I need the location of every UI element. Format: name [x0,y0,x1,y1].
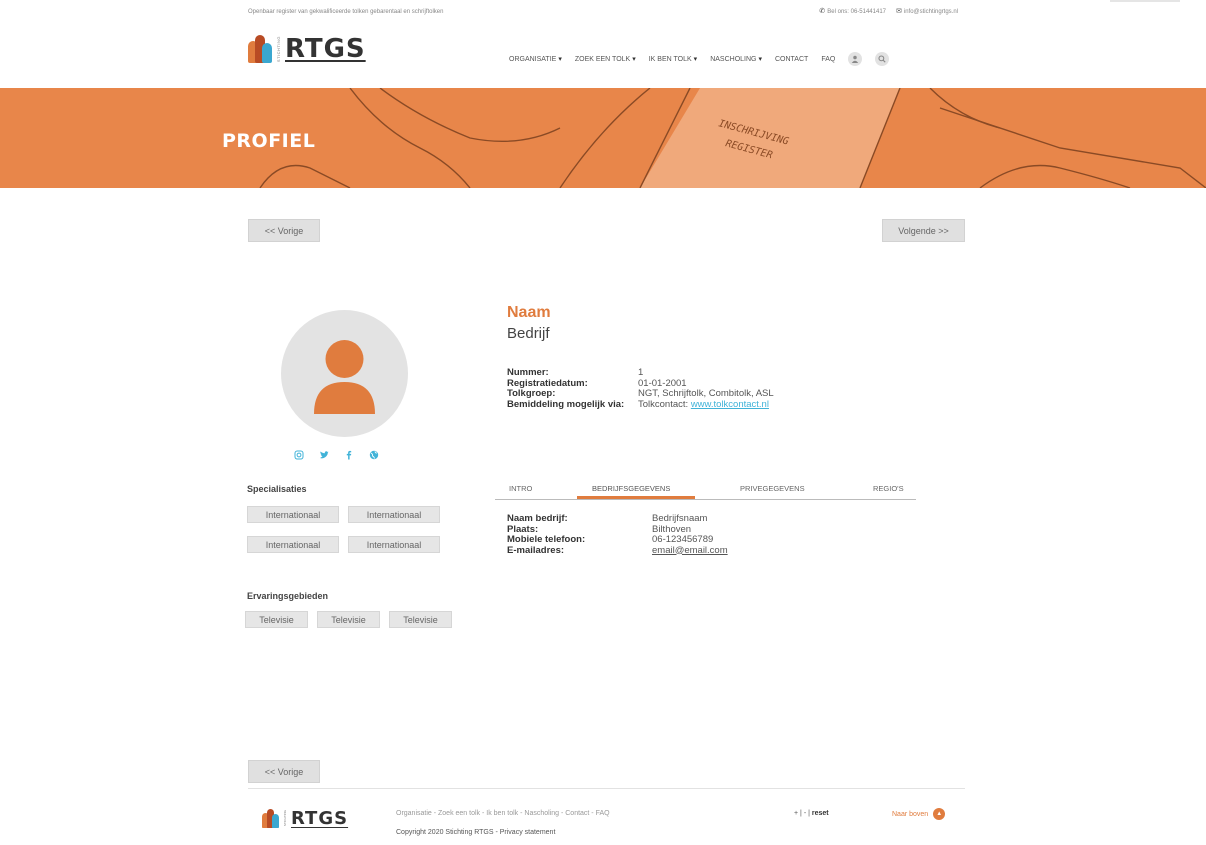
specialisatie-tag: Internationaal [247,536,339,553]
info-label: Nummer: [507,367,549,378]
detail-label: E-mailadres: [507,544,565,556]
logo-subtitle: STICHTING [283,810,287,827]
detail-row: E-mailadres: email@email.com [507,544,728,557]
back-to-top[interactable]: Naar boven ▲ [892,808,946,820]
previous-button[interactable]: << Vorige [248,219,320,242]
mail-icon: ✉ [896,8,902,15]
nav-item-faq[interactable]: FAQ [821,56,835,63]
arrow-up-icon: ▲ [933,808,946,820]
facebook-icon[interactable] [344,450,354,463]
main-nav: ORGANISATIE ▾ ZOEK EEN TOLK ▾ IK BEN TOLK ▾… [509,52,890,66]
logo-wordmark: RTGS [285,34,366,64]
phone-icon: ✆ [819,8,826,15]
topbar: Openbaar register van gekwalificeerde to… [0,0,1206,22]
tolkcontact-link[interactable]: www.tolkcontact.nl [691,399,769,410]
avatar [281,310,408,437]
text-size-controls: + | - | reset [794,810,829,817]
footer-links[interactable]: Organisatie - Zoek een tolk - Ik ben tol… [396,810,610,817]
info-value: 1 [638,367,644,378]
email-link[interactable]: ✉ info@stichtingrtgs.nl [896,7,958,15]
page-banner: INSCHRIJVING REGISTER PROFIEL [0,88,1206,188]
search-icon[interactable] [875,52,890,66]
chevron-down-icon: ▾ [632,56,636,63]
topbar-contact: ✆ Bel ons: 06-51441417 ✉ info@stichtingrtg… [819,7,958,15]
next-button[interactable]: Volgende >> [882,219,965,242]
logo-figures-icon [248,35,272,63]
instagram-icon[interactable] [294,450,304,463]
tab-intro[interactable]: INTRO [509,484,532,493]
ervaringsgebied-tag: Televisie [317,611,380,628]
footer-logo[interactable]: STICHTING RTGS [262,808,348,829]
detail-value: Bedrijfsnaam [652,513,708,524]
copyright: Copyright 2020 Stichting RTGS - Privacy … [396,829,556,836]
specialisatie-tag: Internationaal [348,506,440,523]
tab-privegegevens[interactable]: PRIVEGEGEVENS [740,484,805,493]
footer-logo-wordmark: RTGS [291,808,349,829]
page-title: PROFIEL [222,130,316,152]
info-value: Tolkcontact: www.tolkcontact.nl [638,398,769,411]
nav-item-nascholing[interactable]: NASCHOLING ▾ [710,55,762,63]
nav-item-zoek-een-tolk[interactable]: ZOEK EEN TOLK ▾ [575,55,636,63]
person-icon [314,340,375,414]
email-link[interactable]: email@email.com [652,545,728,557]
site-logo[interactable]: STICHTING RTGS [248,34,366,64]
logo-figures-icon [262,809,279,828]
detail-label: Naam bedrijf: [507,513,568,524]
bedrijfsgegevens-panel: Naam bedrijf: Bedrijfsnaam Plaats: Bilthov… [507,513,728,557]
nav-item-contact[interactable]: CONTACT [775,56,808,63]
email-text: info@stichtingrtgs.nl [903,9,958,15]
ervaringsgebied-tag: Televisie [389,611,452,628]
nav-label: ORGANISATIE [509,56,557,63]
text-size-reset[interactable]: reset [812,810,829,817]
info-label: Bemiddeling mogelijk via: [507,398,625,410]
info-row: Bemiddeling mogelijk via: Tolkcontact: ww… [507,398,774,411]
detail-row: Mobiele telefoon: 06-123456789 [507,534,728,546]
website-icon[interactable] [369,450,379,463]
nav-label: ZOEK EEN TOLK [574,56,631,63]
ervaringsgebied-tag: Televisie [245,611,308,628]
site-header: STICHTING RTGS ORGANISATIE ▾ ZOEK EEN TOL… [0,22,1206,88]
profile-name: Naam [507,304,551,321]
previous-button-bottom[interactable]: << Vorige [248,760,320,783]
twitter-icon[interactable] [319,450,329,463]
specialisaties-heading: Specialisaties [247,484,307,494]
nav-item-organisatie[interactable]: ORGANISATIE ▾ [509,55,562,63]
top-divider [1110,0,1180,2]
nav-label: IK BEN TOLK [648,56,692,63]
tagline: Openbaar register van gekwalificeerde to… [248,9,444,15]
info-row: Nummer: 1 [507,367,774,379]
profile-company: Bedrijf [507,325,550,342]
logo-subtitle: STICHTING [276,35,281,63]
back-to-top-label: Naar boven [892,810,929,818]
profile-info: Nummer: 1 Registratiedatum: 01-01-2001 Tol… [507,367,774,411]
specialisatie-tag: Internationaal [348,536,440,553]
detail-value: 06-123456789 [652,534,714,545]
info-label: Tolkgroep: [507,388,556,399]
phone-text: Bel ons: 06-51441417 [827,9,886,15]
tab-regios[interactable]: REGIO'S [873,484,904,493]
specialisatie-tag: Internationaal [247,506,339,523]
user-icon[interactable] [848,52,863,66]
chevron-down-icon: ▾ [758,56,762,63]
nav-item-ik-ben-tolk[interactable]: IK BEN TOLK ▾ [649,55,697,63]
chevron-down-icon: ▾ [558,56,562,63]
detail-label: Mobiele telefoon: [507,534,586,545]
detail-row: Naam bedrijf: Bedrijfsnaam [507,513,728,525]
banner-illustration: INSCHRIJVING REGISTER [259,88,1206,188]
ervaringsgebieden-heading: Ervaringsgebieden [247,591,329,601]
footer-divider [248,788,965,789]
chevron-down-icon: ▾ [693,56,698,63]
nav-label: NASCHOLING [710,56,757,63]
active-tab-indicator [577,496,695,499]
profile-tabs: INTRO BEDRIJFSGEGEVENS PRIVEGEGEVENS REG… [495,480,916,500]
social-links [294,450,379,463]
bemiddeling-text: Tolkcontact: [638,398,691,410]
tab-bedrijfsgegevens[interactable]: BEDRIJFSGEGEVENS [592,484,670,493]
phone-link[interactable]: ✆ Bel ons: 06-51441417 [819,7,886,15]
